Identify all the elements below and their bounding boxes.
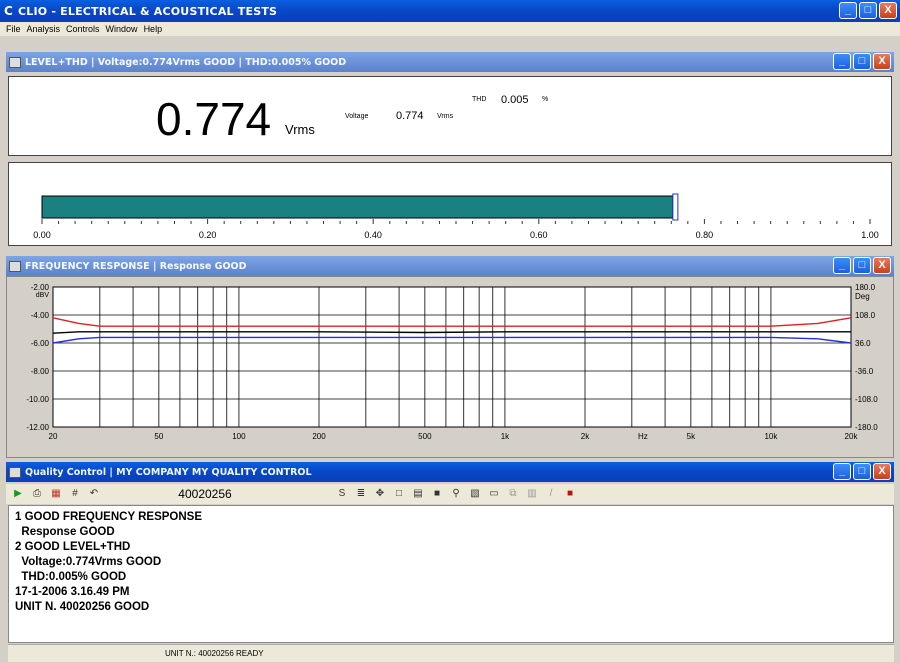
qc-toolbar: ▶ ⎙ ▦ # ↶ 40020256 S ≣ ✥ □ ▤ ■ ⚲ ▧ ▭ ⧉ ▥… xyxy=(6,484,894,504)
x-tick-label: 1k xyxy=(501,432,510,441)
svg-text:C: C xyxy=(4,4,13,17)
status-bar: UNIT N.: 40020256 READY xyxy=(8,644,894,662)
y-tick-label: -12.00 xyxy=(26,423,49,432)
close-button[interactable]: X xyxy=(873,53,891,70)
close-button[interactable]: X xyxy=(873,257,891,274)
menu-file[interactable]: File xyxy=(6,24,21,34)
scale-label: 0.60 xyxy=(530,230,548,240)
x-tick-label: 200 xyxy=(312,432,326,441)
right-tick-label: -36.0 xyxy=(855,367,874,376)
x-tick-label: 2k xyxy=(581,432,590,441)
list-icon[interactable]: ≣ xyxy=(354,487,368,501)
scale-label: 0.80 xyxy=(696,230,714,240)
open-file-icon[interactable]: ▤ xyxy=(411,487,425,501)
right-tick-label: -180.0 xyxy=(855,423,878,432)
window-icon xyxy=(9,260,21,272)
x-tick-label: 5k xyxy=(687,432,696,441)
minimize-button[interactable]: _ xyxy=(833,463,851,480)
chart-icon[interactable]: ▦ xyxy=(49,487,63,501)
copy-icon[interactable]: ⧉ xyxy=(506,487,520,501)
window-icon xyxy=(9,466,21,478)
app-titlebar[interactable]: C CLIO - ELECTRICAL & ACOUSTICAL TESTS _… xyxy=(0,0,900,22)
paste-icon[interactable]: ▥ xyxy=(525,487,539,501)
level-bar-fill xyxy=(41,195,674,219)
close-button[interactable]: X xyxy=(879,2,897,19)
level-value: 0.774 xyxy=(156,93,272,145)
thd-label: THD xyxy=(472,96,487,103)
y-tick-label: -4.00 xyxy=(31,311,50,320)
serial-icon[interactable]: S xyxy=(335,487,349,501)
thd-unit: % xyxy=(542,96,549,103)
x-tick-label: 50 xyxy=(154,432,163,441)
x-unit-label: Hz xyxy=(638,432,648,441)
move-icon[interactable]: ✥ xyxy=(373,487,387,501)
qc-window-titlebar[interactable]: Quality Control | MY COMPANY MY QUALITY … xyxy=(6,462,894,482)
level-window-titlebar[interactable]: LEVEL+THD | Voltage:0.774Vrms GOOD | THD… xyxy=(6,52,894,72)
freq-window-titlebar[interactable]: FREQUENCY RESPONSE | Response GOOD _ □ X xyxy=(6,256,894,276)
document-icon[interactable]: ▭ xyxy=(487,487,501,501)
maximize-button[interactable]: □ xyxy=(853,257,871,274)
maximize-button[interactable]: □ xyxy=(853,53,871,70)
level-unit: Vrms xyxy=(285,122,315,137)
menubar: File Analysis Controls Window Help xyxy=(0,22,900,36)
x-tick-label: 20k xyxy=(845,432,859,441)
app-icon: C xyxy=(4,4,16,18)
new-file-icon[interactable]: □ xyxy=(392,487,406,501)
y-tick-label: -10.00 xyxy=(26,395,49,404)
x-tick-label: 500 xyxy=(418,432,432,441)
right-tick-label: 108.0 xyxy=(855,311,876,320)
right-tick-label: 180.0 xyxy=(855,283,876,292)
freq-plot-area: -2.00 -4.00 -6.00 -8.00 -10.00 -12.00 180.0 108… xyxy=(6,276,894,458)
unit-number-field[interactable]: 40020256 xyxy=(115,486,295,502)
y-tick-label: -8.00 xyxy=(31,367,50,376)
minimize-button[interactable]: _ xyxy=(839,2,857,19)
qc-window-title: Quality Control | MY COMPANY MY QUALITY … xyxy=(25,466,312,478)
voltage-unit: Vrms xyxy=(437,113,454,120)
x-tick-label: 20 xyxy=(49,432,58,441)
frequency-response-chart: -2.00 -4.00 -6.00 -8.00 -10.00 -12.00 180.0 108… xyxy=(26,283,878,441)
thd-value: 0.005 xyxy=(501,94,529,106)
level-bar-marker xyxy=(672,193,679,221)
close-button[interactable]: X xyxy=(873,463,891,480)
maximize-button[interactable]: □ xyxy=(853,463,871,480)
level-bar-graph: 0.00 0.20 0.40 0.60 0.80 1.00 xyxy=(33,193,879,240)
scale-label: 1.00 xyxy=(861,230,879,240)
undo-icon[interactable]: ↶ xyxy=(87,487,101,501)
voltage-value: 0.774 xyxy=(396,110,424,122)
play-icon[interactable]: ▶ xyxy=(11,487,25,501)
y-tick-label: -2.00 xyxy=(31,283,50,292)
menu-window[interactable]: Window xyxy=(106,24,138,34)
report-icon[interactable]: ▧ xyxy=(468,487,482,501)
menu-analysis[interactable]: Analysis xyxy=(27,24,61,34)
x-tick-label: 100 xyxy=(232,432,246,441)
menu-controls[interactable]: Controls xyxy=(66,24,100,34)
scale-label: 0.20 xyxy=(199,230,217,240)
voltage-label: Voltage xyxy=(345,113,369,120)
minimize-button[interactable]: _ xyxy=(833,257,851,274)
y-tick-label: -6.00 xyxy=(31,339,50,348)
y-unit-label: dBV xyxy=(36,292,50,299)
status-text: UNIT N.: 40020256 READY xyxy=(165,649,264,658)
menu-help[interactable]: Help xyxy=(144,24,163,34)
right-unit-label: Deg xyxy=(855,292,870,301)
x-tick-label: 10k xyxy=(764,432,778,441)
right-tick-label: -108.0 xyxy=(855,395,878,404)
level-window-title: LEVEL+THD | Voltage:0.774Vrms GOOD | THD… xyxy=(25,56,347,68)
app-title: CLIO - ELECTRICAL & ACOUSTICAL TESTS xyxy=(18,4,278,18)
qc-log-text[interactable]: 1 GOOD FREQUENCY RESPONSE Response GOOD … xyxy=(8,505,894,643)
scale-label: 0.00 xyxy=(33,230,51,240)
save-icon[interactable]: ■ xyxy=(430,487,444,501)
scale-label: 0.40 xyxy=(364,230,382,240)
maximize-button[interactable]: □ xyxy=(859,2,877,19)
right-tick-label: 36.0 xyxy=(855,339,871,348)
freq-window-title: FREQUENCY RESPONSE | Response GOOD xyxy=(25,260,247,272)
search-icon[interactable]: ⚲ xyxy=(449,487,463,501)
counter-icon[interactable]: # xyxy=(68,487,82,501)
window-icon xyxy=(9,56,21,68)
plot-background xyxy=(52,286,852,428)
stop-icon[interactable]: ■ xyxy=(563,487,577,501)
print-icon[interactable]: ⎙ xyxy=(30,487,44,501)
pen-icon[interactable]: / xyxy=(544,487,558,501)
minimize-button[interactable]: _ xyxy=(833,53,851,70)
